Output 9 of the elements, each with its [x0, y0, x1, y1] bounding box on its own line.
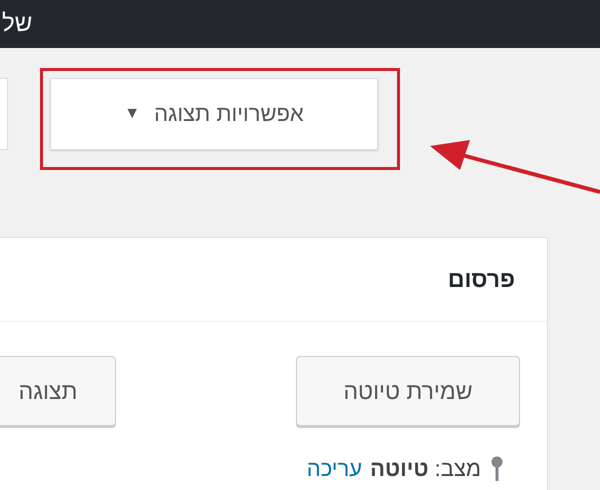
status-text: מצב: טיוטה: [370, 456, 481, 482]
pin-icon: [489, 456, 505, 482]
panel-title: פרסום: [448, 266, 515, 293]
admin-bar-text[interactable]: של: [2, 10, 32, 38]
preview-button[interactable]: תצוגה: [0, 356, 116, 426]
edit-link[interactable]: עריכה: [306, 456, 362, 482]
save-draft-button[interactable]: שמירת טיוטה: [296, 356, 520, 426]
help-tab[interactable]: [0, 78, 8, 150]
screen-options-tab[interactable]: אפשרויות תצוגה ▼: [50, 78, 378, 150]
